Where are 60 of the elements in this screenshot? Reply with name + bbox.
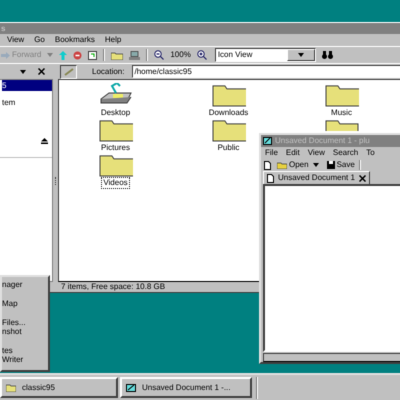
notepad-icon	[263, 137, 272, 145]
eject-icon[interactable]	[41, 138, 48, 144]
menu-item[interactable]: View	[308, 147, 325, 159]
reload-icon[interactable]	[88, 50, 98, 60]
caret-icon[interactable]	[312, 163, 319, 167]
sidebar-item[interactable]: 5	[2, 80, 52, 91]
save-button[interactable]: Save	[326, 159, 355, 171]
document-tab[interactable]: Unsaved Document 1	[263, 171, 370, 184]
binoculars-icon[interactable]	[322, 51, 333, 59]
folder-icon	[98, 118, 132, 142]
folder-icon	[324, 118, 358, 131]
zoom-out-icon[interactable]	[154, 50, 164, 60]
view-mode-dropdown[interactable]: Icon View	[214, 48, 316, 62]
zoom-in-icon[interactable]	[196, 50, 207, 60]
computer-icon[interactable]	[129, 50, 140, 60]
menu-item[interactable]: Writer	[2, 355, 48, 364]
folder-icon	[212, 118, 246, 142]
location-label: Location:	[92, 66, 124, 78]
window-title: Unsaved Document 1 - plu	[275, 135, 370, 147]
menu-item[interactable]: Map	[2, 299, 48, 308]
menu-item[interactable]: tes	[2, 346, 48, 355]
right-arrow-icon	[1, 52, 10, 58]
folder-icon	[98, 153, 132, 177]
menu-item[interactable]: Help	[104, 34, 122, 46]
menu-item[interactable]: Files...	[2, 318, 48, 327]
document-icon	[267, 174, 274, 182]
menu-item[interactable]: Search	[332, 147, 358, 159]
home-folder-icon[interactable]	[111, 50, 124, 60]
file-label[interactable]: Desktop	[98, 107, 132, 119]
status-text: 7 items, Free space: 10.8 GB	[61, 281, 166, 293]
caret-icon[interactable]	[20, 70, 26, 74]
menu-item[interactable]: To	[366, 147, 375, 159]
file-label[interactable]: Videos	[101, 177, 130, 189]
window-title: s	[1, 22, 6, 34]
close-icon[interactable]	[358, 174, 366, 182]
menu-item[interactable]: Bookmarks	[54, 34, 95, 46]
new-document-icon[interactable]	[264, 160, 271, 170]
close-icon[interactable]	[38, 68, 45, 75]
stop-icon[interactable]	[73, 50, 82, 60]
menu-item[interactable]: Edit	[286, 147, 300, 159]
menu-item[interactable]: Go	[34, 34, 45, 46]
menu-item[interactable]: View	[7, 34, 24, 46]
text-area[interactable]	[263, 184, 400, 352]
taskbar-button[interactable]: Unsaved Document 1 -...	[120, 377, 252, 398]
sidebar-item[interactable]: tem	[2, 97, 52, 108]
zoom-level: 100%	[170, 49, 191, 61]
menu-item[interactable]: nager	[2, 280, 48, 289]
folder-icon	[324, 83, 358, 107]
edit-location-button[interactable]	[60, 64, 77, 78]
taskbar-button[interactable]: classic95	[0, 377, 118, 398]
menu-item[interactable]: nshot	[2, 327, 48, 336]
folder-icon	[277, 162, 287, 168]
caret-icon[interactable]	[298, 53, 304, 57]
menu-item[interactable]: File	[265, 147, 278, 159]
pencil-icon	[64, 68, 74, 76]
folder-icon	[6, 384, 16, 392]
location-field[interactable]: /home/classic95	[132, 65, 400, 78]
notepad-icon	[126, 384, 136, 392]
open-button[interactable]: Open	[277, 159, 309, 171]
folder-icon	[212, 83, 246, 107]
